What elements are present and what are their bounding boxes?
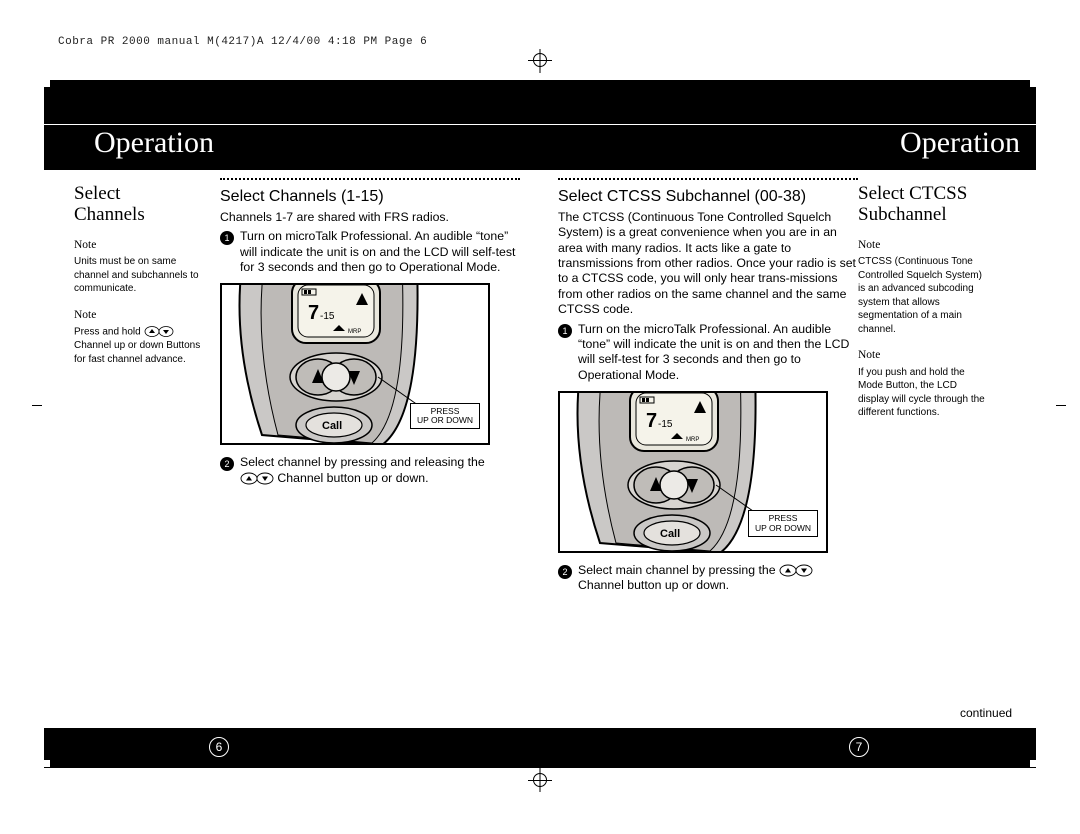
svg-text:7: 7 — [646, 410, 657, 432]
note-text: Press and hold Channel up or down Button… — [74, 325, 202, 366]
column-select-ctcss: Select CTCSS Subchannel (00-38) The CTCS… — [558, 178, 858, 594]
device-illustration: 7 -15 MRP Call PRESS — [220, 283, 490, 445]
step-text: Turn on microTalk Professional. An audib… — [240, 229, 520, 275]
page-number-right: 7 — [849, 737, 869, 757]
device-illustration: 7 -15 MRP Call PRESS UP OR DOWN — [558, 391, 828, 553]
section-title-left: Operation — [94, 126, 214, 160]
step-number-icon: 2 — [220, 457, 234, 471]
step-number-icon: 1 — [220, 231, 234, 245]
note-text: Units must be on same channel and subcha… — [74, 255, 202, 296]
callout-line: UP OR DOWN — [417, 415, 473, 425]
callout-line: UP OR DOWN — [755, 523, 811, 533]
heading-line: Channels — [74, 204, 145, 225]
perforation-mark — [44, 80, 50, 87]
footer-bar — [44, 728, 1036, 768]
heading-line: Select CTCSS — [858, 183, 967, 204]
svg-text:MRP: MRP — [348, 329, 361, 335]
continued-label: continued — [960, 706, 1012, 720]
svg-text:-15: -15 — [320, 311, 335, 322]
step-item: 2 Select main channel by pressing the Ch… — [558, 563, 858, 594]
heading-line: Select — [74, 183, 120, 204]
step-text-fragment: Channel button up or down. — [578, 578, 729, 592]
crop-mark — [1056, 405, 1066, 406]
note-label: Note — [858, 238, 986, 254]
header-bar — [44, 80, 1036, 124]
step-text: Turn on the microTalk Professional. An a… — [578, 322, 858, 383]
step-text-fragment: Select main channel by pressing the — [578, 563, 779, 577]
sidebar-heading: Select CTCSS Subchannel — [858, 184, 986, 226]
svg-text:MRP: MRP — [686, 437, 699, 443]
column-intro: Channels 1-7 are shared with FRS radios. — [220, 210, 520, 225]
note-text-fragment: Press and hold — [74, 327, 144, 338]
page-number-left: 6 — [209, 737, 229, 757]
step-text: Select channel by pressing and releasing… — [240, 455, 520, 486]
section-title-right: Operation — [900, 126, 1020, 160]
channel-up-down-icon — [779, 563, 813, 578]
crop-mark — [533, 773, 547, 787]
step-number-icon: 2 — [558, 565, 572, 579]
manual-page-spread: Cobra PR 2000 manual M(4217)A 12/4/00 4:… — [0, 0, 1080, 834]
crop-mark — [533, 53, 547, 67]
sidebar-select-channels: Select Channels Note Units must be on sa… — [74, 184, 202, 366]
sidebar-select-ctcss: Select CTCSS Subchannel Note CTCSS (Cont… — [858, 184, 986, 420]
step-text: Select main channel by pressing the Chan… — [578, 563, 858, 594]
perforation-mark — [1030, 80, 1036, 87]
step-text-fragment: Select channel by pressing and releasing… — [240, 455, 485, 469]
crop-mark — [32, 405, 42, 406]
perforation-mark — [1030, 760, 1036, 767]
note-text: CTCSS (Continuous Tone Controlled Squelc… — [858, 255, 986, 336]
channel-up-down-icon — [144, 325, 174, 339]
heading-line: Subchannel — [858, 204, 947, 225]
channel-up-down-icon — [240, 471, 274, 486]
note-label: Note — [74, 308, 202, 324]
column-select-channels: Select Channels (1-15) Channels 1-7 are … — [220, 178, 520, 486]
print-metadata-line: Cobra PR 2000 manual M(4217)A 12/4/00 4:… — [58, 36, 427, 48]
step-text-fragment: Channel button up or down. — [277, 471, 428, 485]
sidebar-heading: Select Channels — [74, 184, 202, 226]
divider-dotted — [558, 178, 858, 180]
note-label: Note — [858, 348, 986, 364]
callout-press-up-down: PRESS UP OR DOWN — [410, 403, 480, 430]
svg-text:Call: Call — [322, 420, 342, 432]
svg-text:7: 7 — [308, 302, 319, 324]
column-heading: Select Channels (1-15) — [220, 188, 520, 206]
svg-text:Call: Call — [660, 528, 680, 540]
divider-dotted — [220, 178, 520, 180]
svg-text:-15: -15 — [658, 419, 673, 430]
callout-press-up-down: PRESS UP OR DOWN — [748, 510, 818, 537]
step-number-icon: 1 — [558, 324, 572, 338]
column-intro: The CTCSS (Continuous Tone Controlled Sq… — [558, 210, 858, 318]
column-heading: Select CTCSS Subchannel (00-38) — [558, 188, 858, 206]
step-item: 1 Turn on microTalk Professional. An aud… — [220, 229, 520, 275]
perforation-mark — [44, 760, 50, 767]
note-label: Note — [74, 238, 202, 254]
note-text: If you push and hold the Mode Button, th… — [858, 366, 986, 420]
step-item: 2 Select channel by pressing and releasi… — [220, 455, 520, 486]
note-text-fragment: Channel up or down Buttons for fast chan… — [74, 340, 200, 365]
step-item: 1 Turn on the microTalk Professional. An… — [558, 322, 858, 383]
